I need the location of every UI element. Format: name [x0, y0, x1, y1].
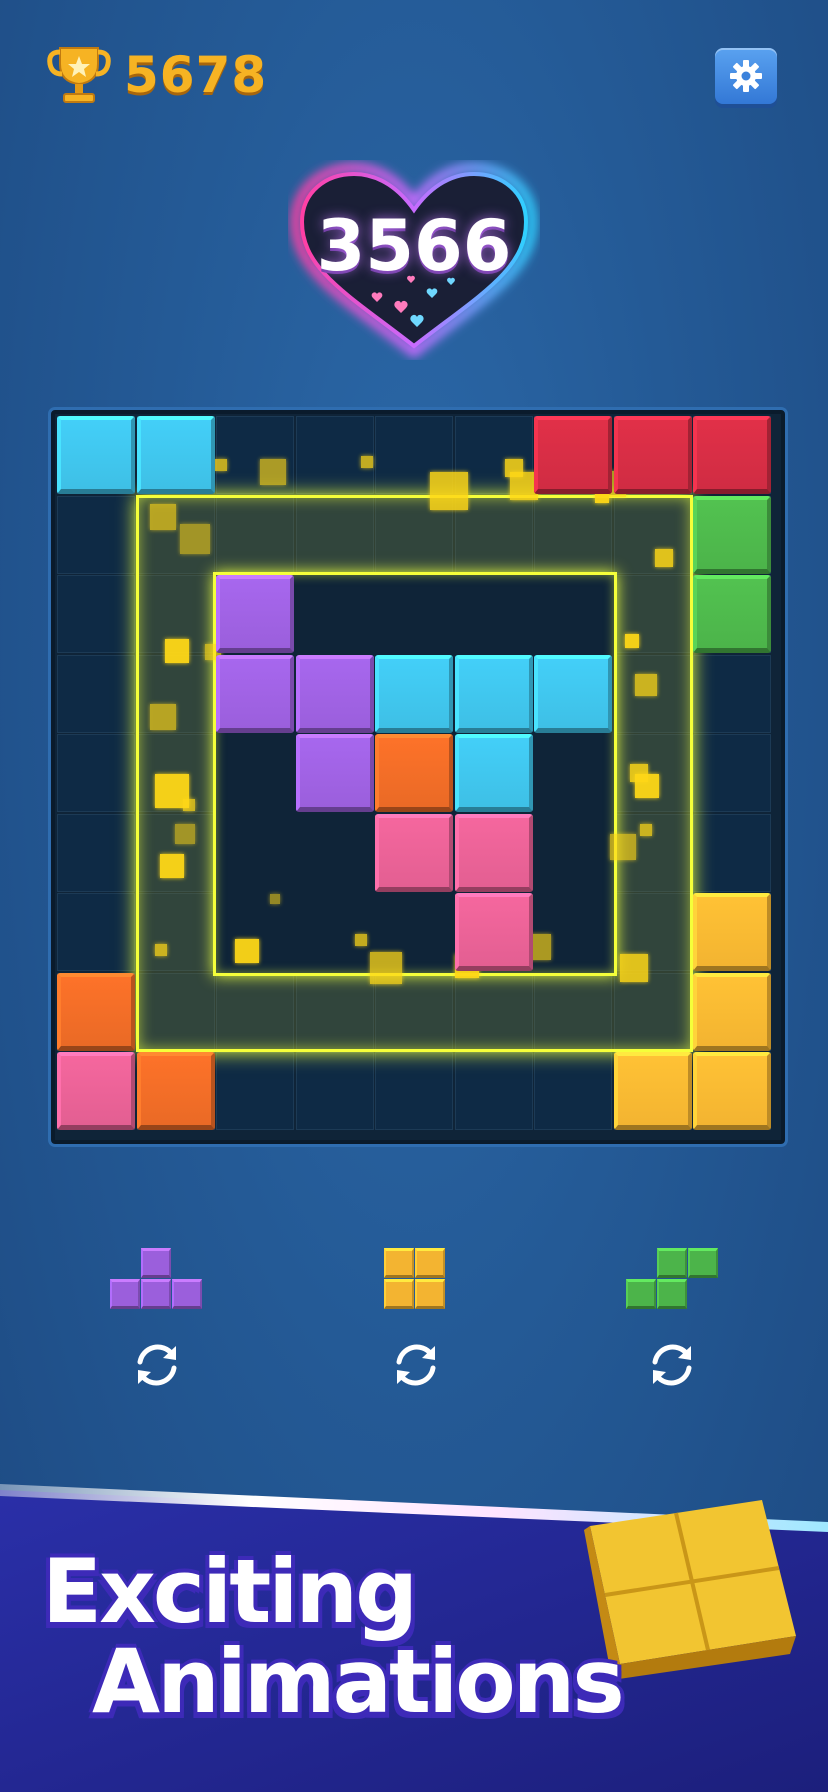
- sparkle: [150, 504, 176, 530]
- sparkle: [361, 456, 373, 468]
- sparkle: [370, 952, 402, 984]
- sparkle: [505, 459, 523, 477]
- block-cyan: [375, 654, 453, 733]
- block-yellow: [693, 1052, 771, 1130]
- sparkle: [640, 824, 652, 836]
- sparkle: [270, 894, 280, 904]
- block-red: [693, 416, 771, 494]
- piece-cell: [110, 1279, 140, 1309]
- block-purple: [295, 734, 374, 812]
- piece-cell: [384, 1248, 414, 1278]
- best-score: 5678: [124, 46, 268, 104]
- sparkle: [610, 834, 636, 860]
- block-orange: [57, 972, 135, 1051]
- sparkle: [175, 824, 195, 844]
- piece-cell: [172, 1279, 202, 1309]
- board-cell[interactable]: [454, 1052, 533, 1130]
- gear-icon: [730, 60, 762, 92]
- rotate-icon[interactable]: [130, 1338, 184, 1392]
- block-orange: [136, 1052, 215, 1130]
- board-cell[interactable]: [57, 575, 135, 653]
- sparkle: [260, 459, 286, 485]
- block-yellow: [693, 893, 771, 971]
- piece-cell: [384, 1279, 414, 1309]
- piece-cell: [141, 1248, 171, 1278]
- block-green: [693, 575, 771, 653]
- sparkle: [160, 854, 184, 878]
- settings-button[interactable]: [715, 48, 777, 104]
- game-board[interactable]: [51, 410, 785, 1144]
- block-purple: [295, 654, 374, 733]
- piece-cell: [415, 1279, 445, 1309]
- block-red: [613, 416, 692, 494]
- sparkle: [155, 944, 167, 956]
- sparkle: [215, 459, 227, 471]
- sparkle: [180, 524, 210, 554]
- block-cyan: [454, 734, 533, 812]
- piece-cell: [657, 1279, 687, 1309]
- board-cell[interactable]: [693, 734, 771, 812]
- current-score: 3566: [316, 205, 512, 287]
- block-cyan: [534, 654, 612, 733]
- sparkle: [430, 472, 468, 510]
- sparkle: [635, 674, 657, 696]
- rotate-icon[interactable]: [389, 1338, 443, 1392]
- piece-cell: [657, 1248, 687, 1278]
- piece-cell: [141, 1279, 171, 1309]
- board-cell[interactable]: [57, 893, 135, 971]
- block-yellow: [613, 1052, 692, 1130]
- piece-cell: [626, 1279, 656, 1309]
- sparkle: [635, 774, 659, 798]
- board-cell[interactable]: [693, 654, 771, 733]
- block-pink: [454, 813, 533, 892]
- board-cell[interactable]: [295, 416, 374, 494]
- trophy-icon: [47, 47, 111, 103]
- banner-title-line-1: Exciting: [42, 1540, 418, 1643]
- block-red: [534, 416, 612, 494]
- board-cell[interactable]: [693, 813, 771, 892]
- sparkle: [355, 934, 367, 946]
- sparkle: [165, 639, 189, 663]
- board-cell[interactable]: [534, 1052, 612, 1130]
- board-cell[interactable]: [57, 813, 135, 892]
- banner-title-line-2: Animations: [92, 1630, 625, 1733]
- piece-cell: [415, 1248, 445, 1278]
- block-cyan: [136, 416, 215, 494]
- block-cyan: [454, 654, 533, 733]
- block-yellow: [693, 972, 771, 1051]
- block-purple: [216, 654, 294, 733]
- sparkle: [150, 704, 176, 730]
- sparkle: [655, 549, 673, 567]
- sparkle: [183, 799, 195, 811]
- block-purple: [216, 575, 294, 653]
- rotate-icon[interactable]: [645, 1338, 699, 1392]
- board-cell[interactable]: [216, 1052, 294, 1130]
- board-cell[interactable]: [57, 495, 135, 574]
- block-pink: [454, 893, 533, 971]
- sparkle: [620, 954, 648, 982]
- board-cell[interactable]: [57, 734, 135, 812]
- block-orange: [375, 734, 453, 812]
- block-pink: [57, 1052, 135, 1130]
- block-green: [693, 495, 771, 574]
- board-cell[interactable]: [375, 1052, 453, 1130]
- piece-cell: [688, 1248, 718, 1278]
- sparkle: [625, 634, 639, 648]
- block-cyan: [57, 416, 135, 494]
- sparkle: [235, 939, 259, 963]
- block-pink: [375, 813, 453, 892]
- board-cell[interactable]: [295, 1052, 374, 1130]
- board-cell[interactable]: [57, 654, 135, 733]
